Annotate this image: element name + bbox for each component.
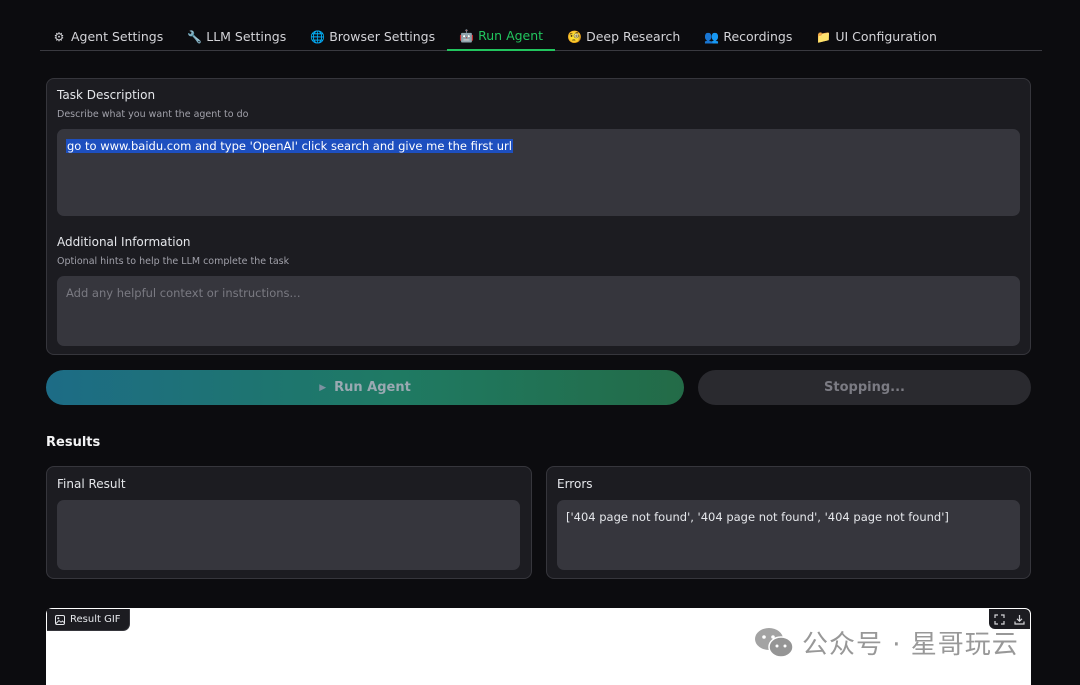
errors-label: Errors xyxy=(557,477,593,491)
results-title: Results xyxy=(46,435,101,450)
tab-label: Run Agent xyxy=(478,28,544,43)
result-gif-label: Result GIF xyxy=(70,614,121,625)
tab-label: Agent Settings xyxy=(71,29,164,44)
robot-icon: 🤖 xyxy=(459,28,475,43)
tab-label: Recordings xyxy=(723,29,793,44)
task-description-input[interactable]: go to www.baidu.com and type 'OpenAI' cl… xyxy=(57,129,1020,216)
tab-agent-settings[interactable]: ⚙ Agent Settings xyxy=(40,22,175,51)
task-description-text: go to www.baidu.com and type 'OpenAI' cl… xyxy=(66,139,513,153)
final-result-label: Final Result xyxy=(57,477,126,491)
errors-output[interactable]: ['404 page not found', '404 page not fou… xyxy=(557,500,1020,570)
tab-run-agent[interactable]: 🤖 Run Agent xyxy=(447,22,556,51)
tab-browser-settings[interactable]: 🌐 Browser Settings xyxy=(298,22,447,51)
run-agent-button[interactable]: ▶ Run Agent xyxy=(46,370,684,405)
folder-icon: 📁 xyxy=(816,29,832,44)
wrench-icon: 🔧 xyxy=(187,29,203,44)
task-description-label: Task Description xyxy=(57,88,156,102)
recordings-icon: 👥 xyxy=(704,29,720,44)
additional-info-input[interactable] xyxy=(57,276,1020,346)
tab-label: UI Configuration xyxy=(835,29,937,44)
nerd-face-icon: 🧐 xyxy=(567,29,583,44)
task-description-hint: Describe what you want the agent to do xyxy=(57,109,249,120)
run-agent-label: Run Agent xyxy=(334,380,411,395)
download-icon[interactable] xyxy=(1014,614,1025,625)
stop-button[interactable]: Stopping... xyxy=(698,370,1031,405)
tab-label: Deep Research xyxy=(586,29,681,44)
play-icon: ▶ xyxy=(319,382,327,393)
additional-info-label: Additional Information xyxy=(57,235,191,249)
tab-ui-configuration[interactable]: 📁 UI Configuration xyxy=(804,22,949,51)
gear-icon: ⚙ xyxy=(53,29,65,44)
tab-recordings[interactable]: 👥 Recordings xyxy=(692,22,804,51)
globe-icon: 🌐 xyxy=(310,29,326,44)
image-icon xyxy=(55,614,65,625)
additional-info-hint: Optional hints to help the LLM complete … xyxy=(57,256,290,267)
result-gif-tag: Result GIF xyxy=(47,609,130,631)
tab-label: LLM Settings xyxy=(206,29,287,44)
tab-label: Browser Settings xyxy=(329,29,436,44)
tab-llm-settings[interactable]: 🔧 LLM Settings xyxy=(175,22,298,51)
wechat-icon xyxy=(755,627,794,658)
tab-bar: ⚙ Agent Settings 🔧 LLM Settings 🌐 Browse… xyxy=(40,22,1042,51)
tab-deep-research[interactable]: 🧐 Deep Research xyxy=(555,22,692,51)
final-result-output[interactable] xyxy=(57,500,520,570)
fullscreen-icon[interactable] xyxy=(994,613,1005,625)
watermark-text: 公众号 · 星哥玩云 xyxy=(802,630,1019,660)
watermark: 公众号 · 星哥玩云 xyxy=(754,624,1019,661)
